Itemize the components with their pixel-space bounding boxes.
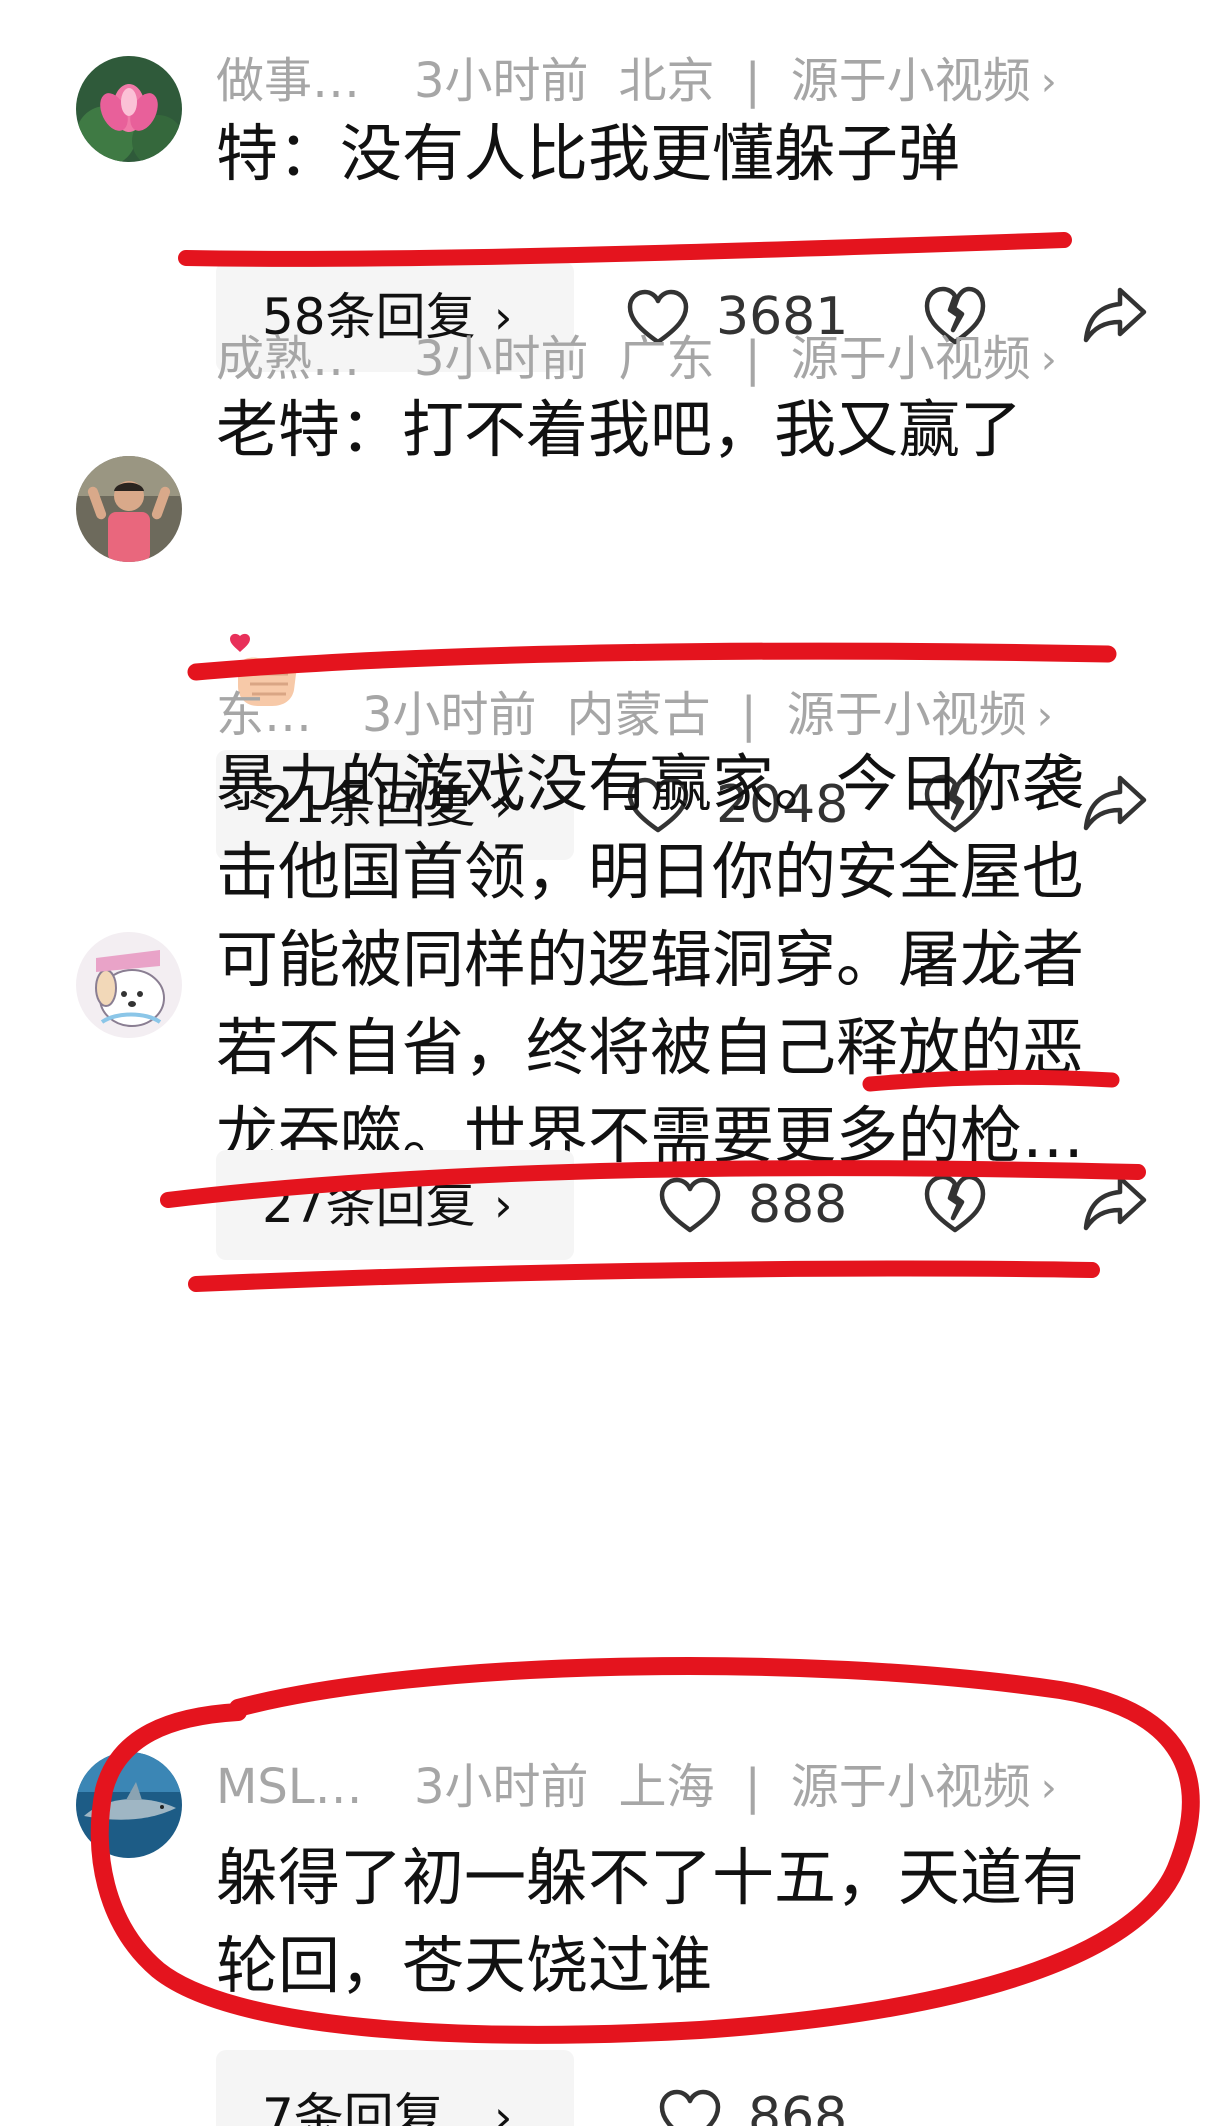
meta-separator: | (744, 1759, 761, 1815)
location: 广东 (618, 331, 715, 387)
share-arrow-icon[interactable] (1082, 1172, 1148, 1234)
comment-text: 特：没有人比我更懂躲子弹 (216, 110, 1116, 198)
replies-button[interactable]: 7条回复 › (216, 2050, 574, 2126)
replies-count: 27条回复 (262, 1176, 476, 1234)
user-avatar[interactable] (76, 1752, 182, 1858)
comment-text-content: 暴力的游戏没有赢家。今日你袭击他国首领，明日你的安全屋也可能被同样的逻辑洞穿。屠… (216, 747, 1085, 1172)
chevron-right-icon: › (494, 2090, 513, 2126)
replies-count: 7条回复 (262, 2088, 444, 2126)
comment-text-content: 老特：打不着我吧，我又赢了 (216, 393, 1023, 466)
source-link[interactable]: 源于小视频 (791, 1752, 1031, 1822)
location: 北京 (618, 53, 715, 109)
comment-text-content: 特：没有人比我更懂躲子弹 (216, 117, 961, 190)
comment-meta: 成熟… 3小时前 广东 | 源于小视频 › (216, 324, 1057, 394)
comment-meta: MSL… 3小时前 上海 | 源于小视频 › (216, 1752, 1057, 1822)
chevron-right-icon: › (1040, 1765, 1057, 1811)
shark-avatar-icon (76, 1752, 182, 1858)
heart-outline-icon (659, 1177, 721, 1233)
comment-actions: 7条回复 › 868 (0, 2050, 1227, 2126)
comment-text: 老特：打不着我吧，我又赢了 (216, 386, 1116, 474)
replies-button[interactable]: 27条回复 › (216, 1150, 574, 1260)
meta-separator: | (744, 53, 761, 109)
comment-text-content: 躲得了初一躲不了十五，天道有轮回，苍天饶过谁 (216, 1841, 1085, 2002)
timestamp: 3小时前 (414, 53, 589, 109)
broken-heart-icon[interactable] (924, 1172, 986, 1234)
like-count: 888 (748, 1175, 848, 1235)
chevron-right-icon: › (1040, 337, 1057, 383)
comment-meta: 做事… 3小时前 北京 | 源于小视频 › (216, 46, 1057, 116)
username[interactable]: MSL… (216, 1752, 398, 1822)
username[interactable]: 做事… (216, 46, 398, 116)
location: 上海 (618, 1759, 715, 1815)
heart-outline-icon (659, 2089, 721, 2126)
username[interactable]: 成熟… (216, 324, 398, 394)
comment-actions: 27条回复 › 888 (0, 1150, 1227, 1260)
man-photo-avatar-icon (76, 456, 182, 562)
lotus-avatar-icon (76, 56, 182, 162)
chevron-right-icon: › (494, 1178, 513, 1232)
share-arrow-icon[interactable] (1082, 284, 1148, 346)
user-avatar[interactable] (76, 56, 182, 162)
cartoon-dog-avatar-icon (76, 932, 182, 1038)
source-link[interactable]: 源于小视频 (791, 324, 1031, 394)
timestamp: 3小时前 (414, 1759, 589, 1815)
user-avatar[interactable] (76, 456, 182, 562)
timestamp: 3小时前 (414, 331, 589, 387)
user-avatar[interactable] (76, 932, 182, 1038)
source-link[interactable]: 源于小视频 (791, 46, 1031, 116)
like-count: 868 (748, 2087, 848, 2126)
meta-separator: | (744, 331, 761, 387)
chevron-right-icon: › (1040, 59, 1057, 105)
comment-text: 躲得了初一躲不了十五，天道有轮回，苍天饶过谁 (216, 1834, 1116, 2010)
